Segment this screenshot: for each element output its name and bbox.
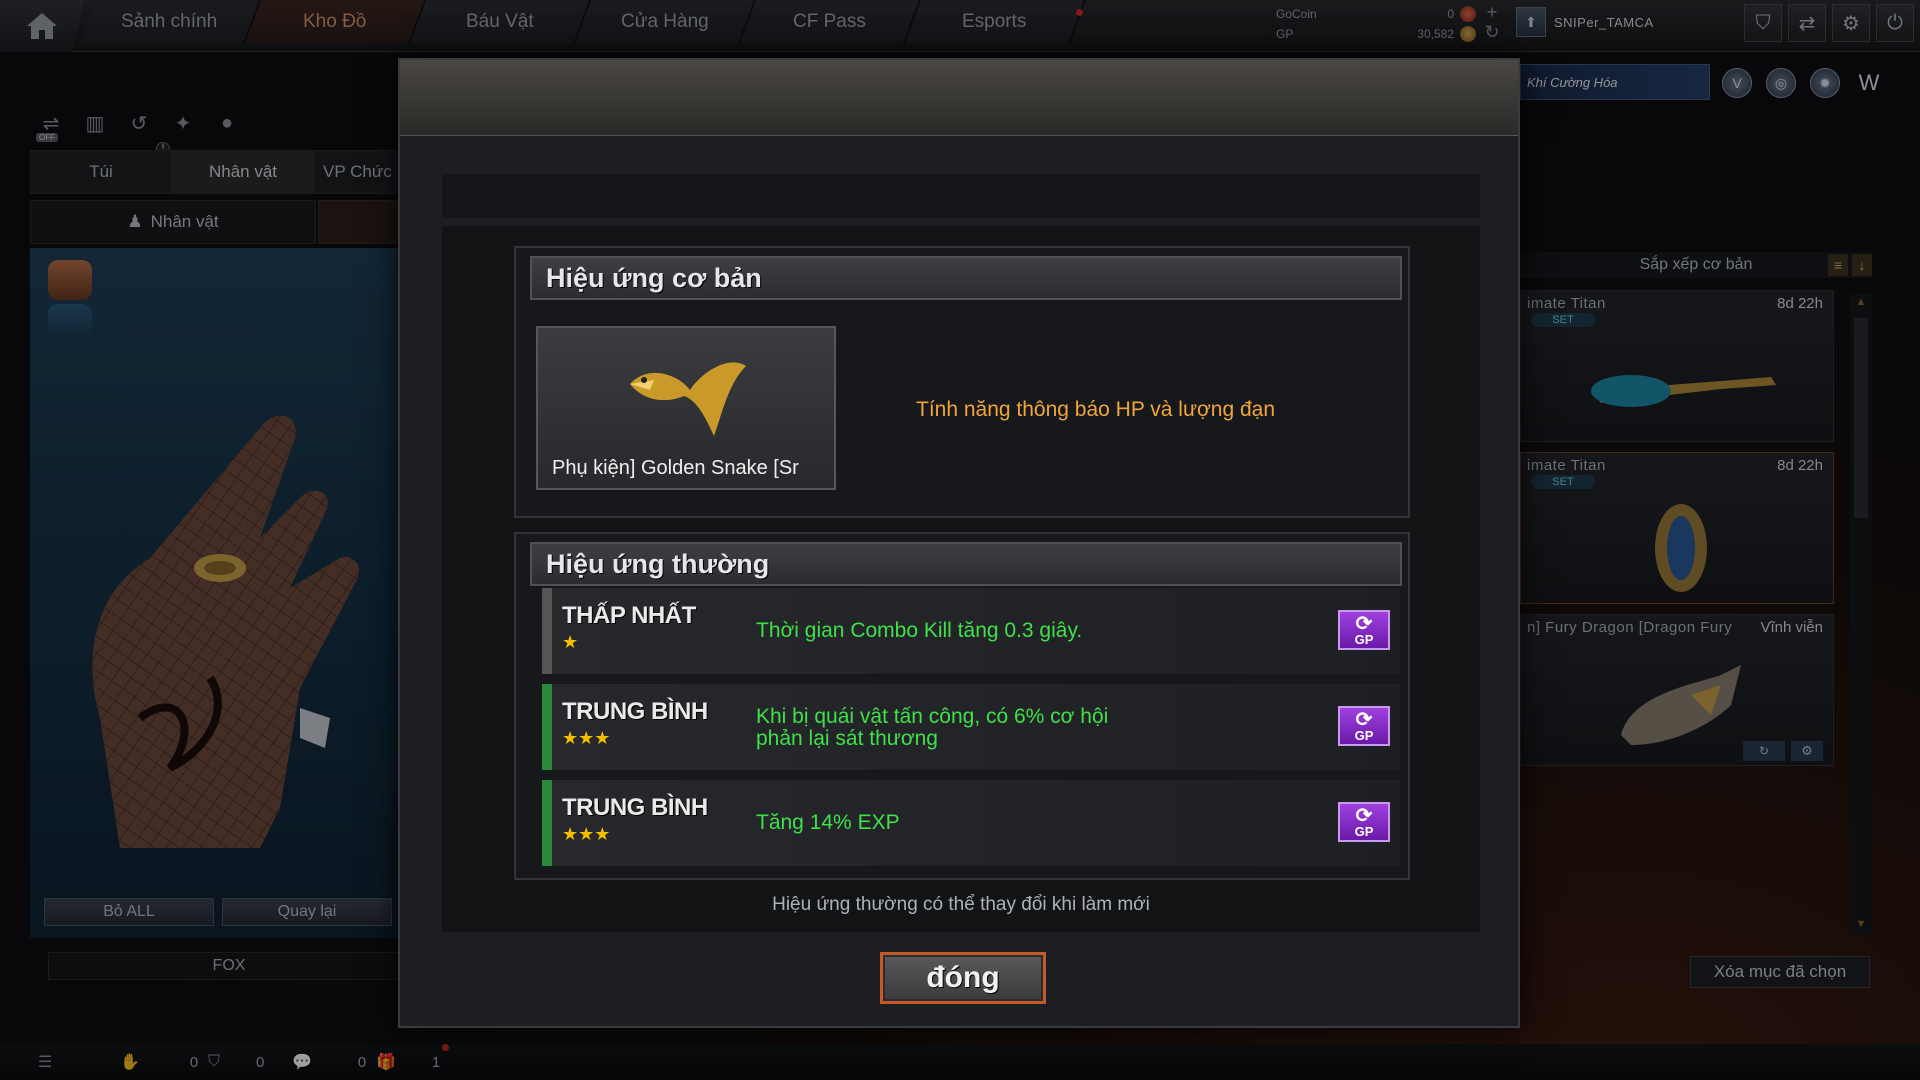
effect-row: TRUNG BÌNH ★★★ Khi bị quái vật tấn công,… [542, 684, 1400, 770]
normal-effect-section: Hiệu ứng thường THẤP NHẤT ★ Thời gian Co… [514, 532, 1410, 880]
dialog-body: Hiệu ứng cơ bản Phụ kiện] Golden Snake [… [442, 226, 1480, 932]
effect-stars: ★★★ [562, 824, 611, 844]
gp-refresh-button[interactable]: ⟳ GP [1338, 610, 1390, 650]
effect-text: Tăng 14% EXP [756, 811, 900, 834]
item-effect-dialog: Hiệu ứng cơ bản Phụ kiện] Golden Snake [… [398, 58, 1520, 1028]
effect-stars: ★★★ [562, 728, 611, 748]
refresh-icon: ⟳ [1355, 709, 1373, 731]
refresh-icon: ⟳ [1355, 805, 1373, 827]
effect-rank: TRUNG BÌNH [562, 794, 708, 821]
item-label: Phụ kiện] Golden Snake [Sr [552, 457, 799, 479]
item-slot[interactable]: Phụ kiện] Golden Snake [Sr [536, 326, 836, 490]
normal-effect-title: Hiệu ứng thường [530, 542, 1402, 586]
basic-effect-text: Tính năng thông báo HP và lượng đạn [916, 398, 1276, 421]
gp-label: GP [1354, 824, 1374, 839]
effect-text: Thời gian Combo Kill tăng 0.3 giây. [756, 619, 1083, 642]
gp-refresh-button[interactable]: ⟳ GP [1338, 706, 1390, 746]
close-button[interactable]: đóng [880, 952, 1046, 1004]
gp-refresh-button[interactable]: ⟳ GP [1338, 802, 1390, 842]
refresh-footnote: Hiệu ứng thường có thể thay đổi khi làm … [772, 894, 1150, 915]
basic-effect-title: Hiệu ứng cơ bản [530, 256, 1402, 300]
game-screen: Sảnh chính Kho Đồ Báu Vật Cửa Hàng CF Pa… [0, 0, 1920, 1080]
gp-label: GP [1354, 632, 1374, 647]
section-title-text: Hiệu ứng cơ bản [546, 262, 762, 293]
section-title-text: Hiệu ứng thường [546, 548, 770, 579]
effect-row: THẤP NHẤT ★ Thời gian Combo Kill tăng 0.… [542, 588, 1400, 674]
gp-label: GP [1354, 728, 1374, 743]
refresh-icon: ⟳ [1355, 613, 1373, 635]
dialog-header [400, 60, 1518, 136]
effect-rank: THẤP NHẤT [562, 602, 696, 629]
effect-text: Khi bị quái vật tấn công, có 6% cơ hội p… [756, 705, 1109, 750]
dialog-strip [442, 174, 1480, 218]
effect-stars: ★ [562, 632, 579, 652]
effect-row: TRUNG BÌNH ★★★ Tăng 14% EXP ⟳ GP [542, 780, 1400, 866]
basic-effect-section: Hiệu ứng cơ bản Phụ kiện] Golden Snake [… [514, 246, 1410, 518]
golden-snake-image [630, 362, 746, 436]
effect-rank: TRUNG BÌNH [562, 698, 708, 725]
